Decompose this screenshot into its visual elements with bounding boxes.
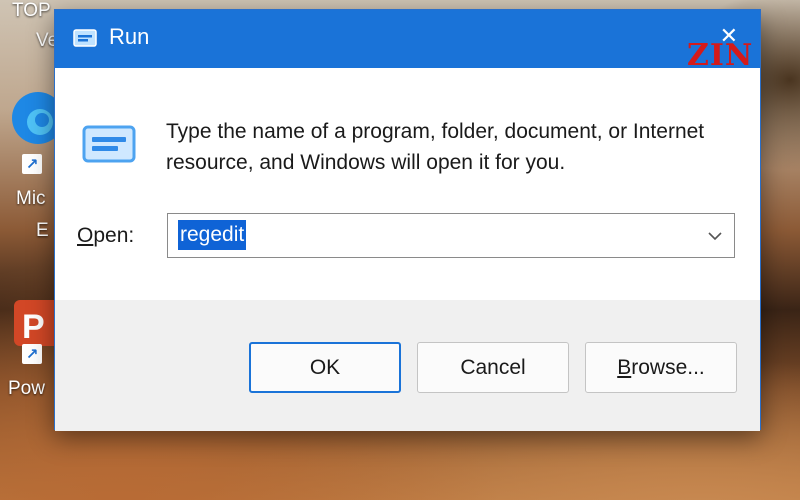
desktop-icon-powerpoint[interactable]: P ↗	[0, 298, 60, 364]
ok-button[interactable]: OK	[249, 342, 401, 393]
powerpoint-icon: P	[14, 300, 60, 346]
open-input[interactable]: regedit	[178, 220, 247, 250]
shortcut-arrow-icon: ↗	[22, 154, 42, 174]
dialog-footer: OK Cancel Browse...	[55, 300, 760, 431]
svg-text:P: P	[22, 308, 45, 346]
chevron-down-icon[interactable]	[706, 227, 724, 245]
title-bar[interactable]: Run ✕	[55, 10, 760, 68]
desktop-label-powerpoint: Pow	[8, 378, 45, 399]
run-icon	[73, 29, 97, 51]
shortcut-arrow-icon: ↗	[22, 344, 42, 364]
run-dialog: Run ✕ ZIN Type the name of a program, fo…	[54, 9, 761, 431]
dialog-description: Type the name of a program, folder, docu…	[166, 120, 705, 174]
desktop-icon-edge[interactable]: ↗	[0, 90, 64, 174]
watermark-logo: ZIN	[687, 38, 754, 73]
cancel-button[interactable]: Cancel	[417, 342, 569, 393]
desktop-label-top: TOP	[12, 0, 51, 21]
browse-button[interactable]: Browse...	[585, 342, 737, 393]
desktop-label-edge-2: E	[36, 220, 49, 241]
desktop-label-edge: Mic	[16, 188, 46, 209]
dialog-title: Run	[109, 24, 150, 49]
edge-icon	[12, 92, 64, 144]
open-combobox[interactable]: regedit	[167, 213, 735, 258]
run-icon	[81, 124, 137, 168]
open-label: Open:	[77, 224, 135, 247]
